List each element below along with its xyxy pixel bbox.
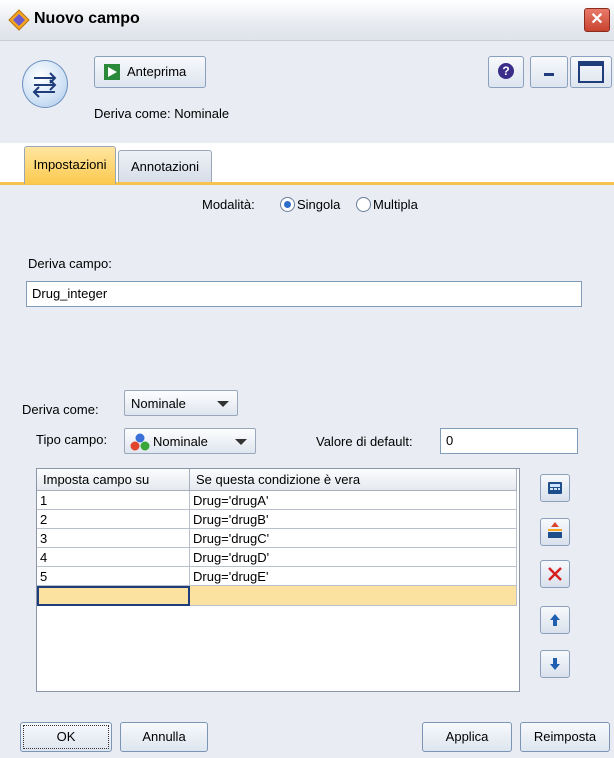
cancel-button[interactable]: Annulla	[120, 722, 208, 752]
field-type-label: Tipo campo:	[36, 432, 108, 447]
table-cell-value[interactable]: 5	[37, 567, 190, 586]
derive-summary: Deriva come: Nominale	[94, 106, 230, 121]
maximize-button[interactable]	[570, 56, 612, 88]
help-icon: ?	[498, 63, 514, 79]
table-cell-condition[interactable]: Drug='drugB'	[190, 510, 517, 529]
insert-row-icon	[548, 522, 562, 538]
column-header-condition[interactable]: Se questa condizione è vera	[190, 469, 517, 491]
apply-button[interactable]: Applica	[422, 722, 512, 752]
field-type-value: Nominale	[153, 434, 208, 449]
table-cell-value[interactable]: 3	[37, 529, 190, 548]
minimize-button[interactable]	[530, 56, 568, 88]
table-new-row-condition[interactable]	[190, 586, 517, 606]
preview-button[interactable]: Anteprima	[94, 56, 206, 88]
table-new-row-value[interactable]	[37, 586, 190, 606]
expression-builder-button[interactable]	[540, 474, 570, 502]
move-down-icon	[550, 658, 560, 670]
table-cell-value[interactable]: 1	[37, 491, 190, 510]
ok-button[interactable]: OK	[20, 722, 112, 752]
move-down-button[interactable]	[540, 650, 570, 678]
mode-label: Modalità:	[202, 197, 255, 212]
default-value-label: Valore di default:	[316, 434, 413, 449]
window-title: Nuovo campo	[34, 10, 140, 27]
delete-icon	[548, 567, 562, 581]
derive-field-label: Deriva campo:	[28, 256, 112, 271]
chevron-down-icon	[217, 401, 229, 407]
help-button[interactable]: ?	[488, 56, 524, 88]
table-cell-value[interactable]: 4	[37, 548, 190, 567]
preview-label: Anteprima	[127, 64, 187, 79]
mode-single-label: Singola	[297, 197, 341, 212]
derive-as-dropdown[interactable]: Nominale	[124, 390, 238, 416]
mode-single-radio[interactable]	[280, 197, 295, 212]
tab-annotazioni[interactable]: Annotazioni	[118, 150, 212, 183]
move-up-button[interactable]	[540, 606, 570, 634]
diamond-node-icon	[8, 9, 30, 31]
default-value-input[interactable]: 0	[440, 428, 578, 454]
table-cell-value[interactable]: 2	[37, 510, 190, 529]
derive-field-input[interactable]: Drug_integer	[26, 281, 582, 307]
insert-row-button[interactable]	[540, 518, 570, 546]
table-cell-condition[interactable]: Drug='drugE'	[190, 567, 517, 586]
preview-icon	[104, 64, 120, 80]
conditions-table: Imposta campo su Se questa condizione è …	[36, 468, 520, 692]
expression-builder-icon	[548, 482, 562, 494]
move-up-icon	[550, 614, 560, 626]
derive-node-icon	[22, 60, 68, 108]
column-header-set-field[interactable]: Imposta campo su	[37, 469, 190, 491]
title-bar: Nuovo campo ✕	[0, 0, 614, 41]
mode-multiple-radio[interactable]	[356, 197, 371, 212]
maximize-icon	[578, 61, 604, 83]
table-cell-condition[interactable]: Drug='drugC'	[190, 529, 517, 548]
tab-impostazioni[interactable]: Impostazioni	[24, 146, 116, 184]
minimize-icon	[544, 73, 554, 76]
close-button[interactable]: ✕	[584, 8, 610, 32]
delete-row-button[interactable]	[540, 560, 570, 588]
nominal-type-icon	[130, 433, 150, 451]
derive-as-value: Nominale	[131, 396, 186, 411]
reset-button[interactable]: Reimposta	[520, 722, 610, 752]
table-cell-condition[interactable]: Drug='drugD'	[190, 548, 517, 567]
mode-multiple-label: Multipla	[373, 197, 418, 212]
derive-as-label: Deriva come:	[22, 402, 99, 417]
table-cell-condition[interactable]: Drug='drugA'	[190, 491, 517, 510]
chevron-down-icon	[235, 439, 247, 445]
field-type-dropdown[interactable]: Nominale	[124, 428, 256, 454]
